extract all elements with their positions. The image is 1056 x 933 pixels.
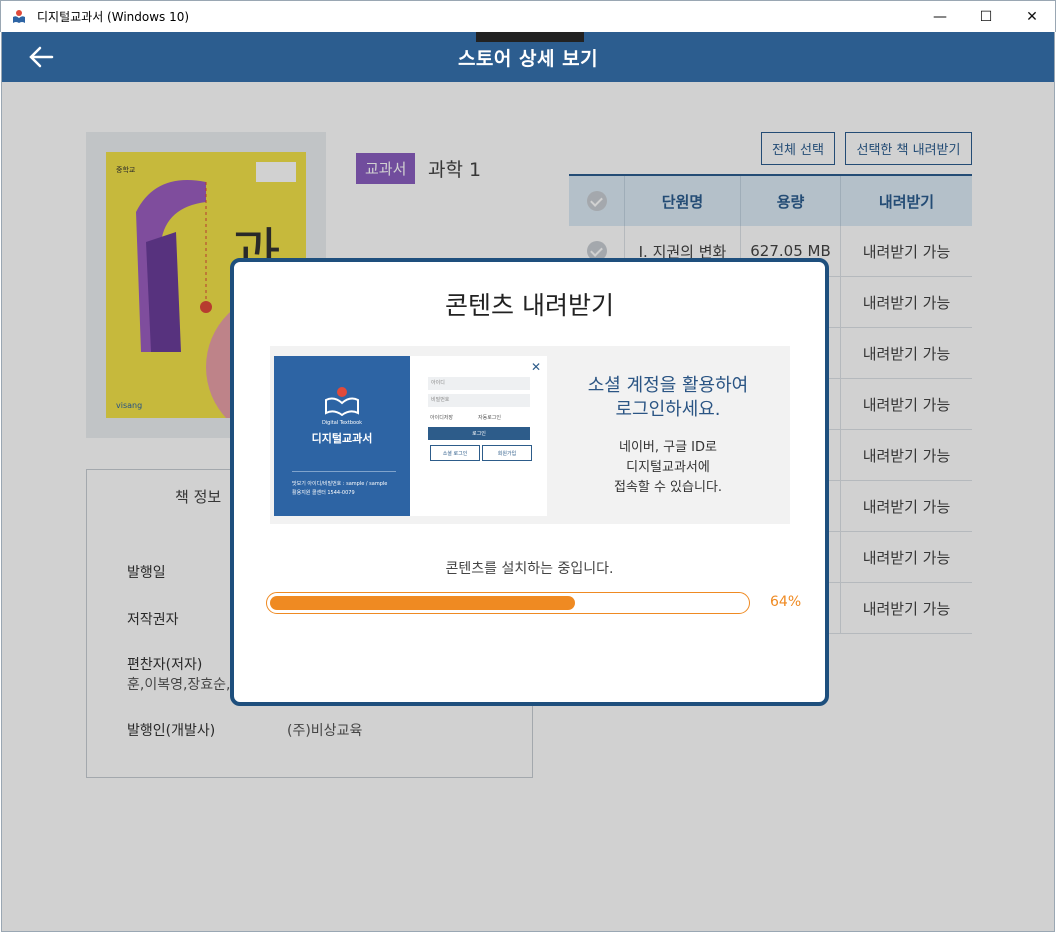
screenshot-close-icon: ✕ [530,360,541,374]
screenshot-pw-field: 비밀번호 [428,394,530,407]
header-bar: 스토어 상세 보기 [2,32,1054,82]
screenshot-save-id: 아이디저장 [430,415,454,421]
page-title: 스토어 상세 보기 [457,47,599,70]
screenshot-brand: 디지털교과서 [311,432,373,445]
login-screenshot: Digital Textbook 디지털교과서 맛보기 아이디/비밀번호 : s… [274,356,547,516]
banner-headline: 소셜 계정을 활용하여 로그인하세요. [558,374,778,422]
window-title: 디지털교과서 (Windows 10) [37,10,190,24]
install-progress-fill [270,596,575,610]
banner-body-line3: 접속할 수 있습니다. [613,480,723,495]
screenshot-demo-line1: 맛보기 아이디/비밀번호 : sample / sample [292,481,388,487]
install-status-text: 콘텐츠를 설치하는 중입니다. [445,561,614,577]
screenshot-id-field: 아이디 [428,377,530,390]
screenshot-login-button: 로그인 [428,427,530,440]
screenshot-brand-en: Digital Textbook [321,420,363,426]
screenshot-brand-panel: Digital Textbook 디지털교과서 맛보기 아이디/비밀번호 : s… [274,356,410,516]
close-button[interactable]: ✕ [1009,1,1055,33]
download-modal: 콘텐츠 내려받기 Digital Textbook 디지털교과서 맛보기 아이디… [230,258,829,706]
app-icon [11,9,27,25]
banner-headline-line1: 소셜 계정을 활용하여 [587,375,749,396]
banner-headline-line2: 로그인하세요. [615,399,721,420]
minimize-button[interactable]: — [917,1,963,33]
app-content: 스토어 상세 보기 과 중학교 visang 교과서 과학 1 책 정보 발행일… [1,32,1055,932]
screenshot-signup-button: 회원가입 [482,445,532,461]
maximize-button[interactable]: ☐ [963,1,1009,33]
header-notch [476,32,584,42]
window-titlebar: 디지털교과서 (Windows 10) — ☐ ✕ [0,0,1056,32]
screenshot-demo-line2: 활용지원 콜센터 1544-0079 [292,490,355,496]
screenshot-social-button: 소셜 로그인 [430,445,480,461]
screenshot-auto-login: 자동로그인 [478,415,502,421]
digital-textbook-logo-icon [324,386,360,417]
install-progress-percent: 64% [770,594,802,610]
back-arrow-icon[interactable] [28,44,54,70]
modal-title: 콘텐츠 내려받기 [445,291,614,320]
social-login-banner: Digital Textbook 디지털교과서 맛보기 아이디/비밀번호 : s… [270,346,790,524]
banner-body-line1: 네이버, 구글 ID로 [618,440,717,455]
banner-body-line2: 디지털교과서에 [626,460,710,475]
install-progress-bar [266,592,750,614]
banner-body: 네이버, 구글 ID로 디지털교과서에 접속할 수 있습니다. [558,438,778,498]
